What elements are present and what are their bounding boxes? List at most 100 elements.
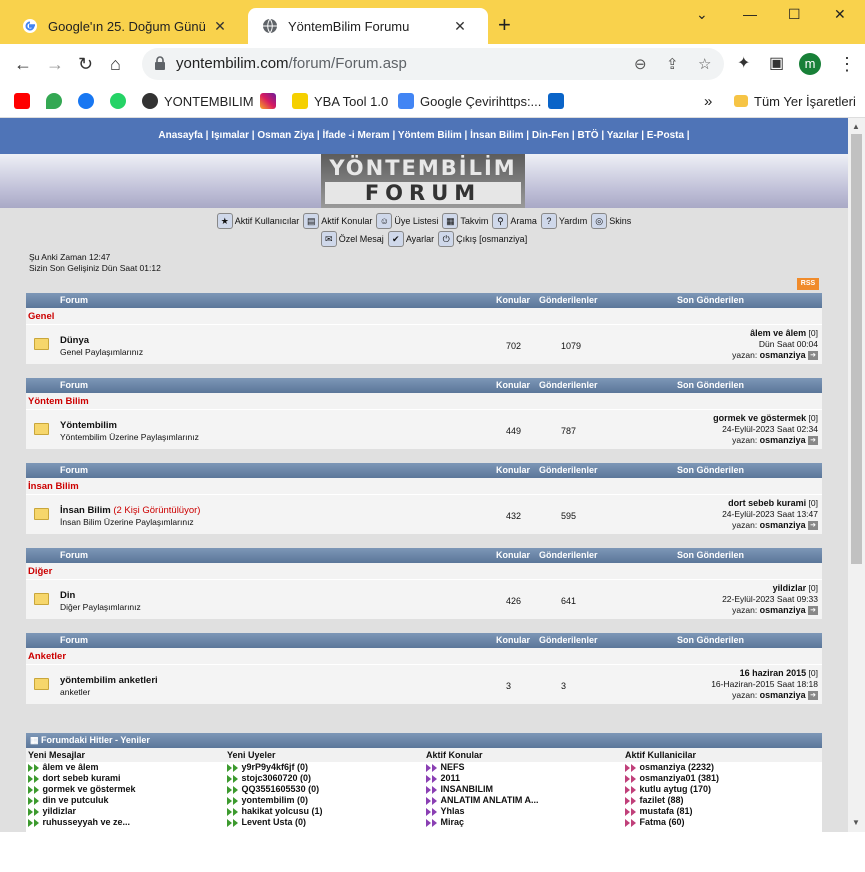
home-icon[interactable]: ⌂ [110, 54, 121, 74]
menu-item[interactable]: ☺ Üye Listesi [376, 212, 438, 230]
rss-button[interactable]: RSS [797, 278, 819, 290]
category-name[interactable]: Diğer [26, 563, 822, 579]
maps-icon[interactable] [46, 92, 68, 110]
last-post-user[interactable]: osmanziya [760, 435, 806, 445]
go-arrow-icon[interactable]: ➜ [808, 691, 818, 701]
list-item[interactable]: osmanziya (2232) [623, 762, 822, 773]
site-logo[interactable]: YÖNTEMBİLİM FORUM [321, 154, 525, 208]
maximize-button[interactable]: ☐ [788, 6, 801, 23]
menu-item[interactable]: ? Yardım [540, 212, 587, 230]
nav-link[interactable]: Din-Fen [532, 130, 569, 141]
list-item[interactable]: Fatma (60) [623, 817, 822, 828]
extensions-icon[interactable]: ✦ [737, 54, 750, 74]
star-icon[interactable]: ☆ [698, 55, 711, 73]
all-bookmarks-folder[interactable]: Tüm Yer İşaretleri [734, 92, 856, 110]
reload-button[interactable]: ↻ [78, 54, 93, 74]
go-arrow-icon[interactable]: ➜ [808, 436, 818, 446]
zoom-icon[interactable]: ⊖ [634, 55, 647, 73]
whatsapp-icon[interactable] [110, 92, 132, 110]
list-item[interactable]: 2011 [424, 773, 623, 784]
last-post-link[interactable]: gormek ve göstermek [713, 413, 806, 423]
close-icon[interactable]: ✕ [212, 18, 228, 35]
scrollbar-thumb[interactable] [851, 134, 862, 564]
forward-button[interactable]: → [46, 54, 64, 74]
back-button[interactable]: ← [14, 54, 32, 74]
list-item[interactable]: Miraç [424, 817, 623, 828]
minimize-button[interactable]: — [743, 6, 757, 22]
nav-link[interactable]: Yazılar [607, 130, 639, 141]
last-post-link[interactable]: âlem ve âlem [750, 328, 806, 338]
list-item[interactable]: QQ3551605530 (0) [225, 784, 424, 795]
menu-item[interactable]: ▤ Aktif Konular [303, 212, 372, 230]
last-post-user[interactable]: osmanziya [760, 690, 806, 700]
bookmark-yba-tool[interactable]: YBA Tool 1.0 [292, 92, 388, 110]
close-icon[interactable]: ✕ [452, 18, 468, 35]
category-name[interactable]: Yöntem Bilim [26, 393, 822, 409]
scroll-down-icon[interactable]: ▼ [852, 818, 860, 827]
last-post-user[interactable]: osmanziya [760, 605, 806, 615]
tab-forum[interactable]: YöntemBilim Forumu ✕ [248, 8, 488, 44]
list-item[interactable]: mustafa (81) [623, 806, 822, 817]
list-item[interactable]: kutlu aytug (170) [623, 784, 822, 795]
nav-link[interactable]: İnsan Bilim [470, 130, 523, 141]
last-post-link[interactable]: yildizlar [773, 583, 807, 593]
new-tab-button[interactable]: + [498, 14, 511, 36]
scrollbar[interactable]: ▲ ▼ [848, 118, 865, 832]
list-item[interactable]: stojc3060720 (0) [225, 773, 424, 784]
last-post-link[interactable]: 16 haziran 2015 [740, 668, 807, 678]
last-post-link[interactable]: dort sebeb kurami [728, 498, 806, 508]
scroll-up-icon[interactable]: ▲ [852, 122, 860, 131]
tab-search-icon[interactable]: ⌄ [696, 6, 708, 23]
list-item[interactable]: yildizlar [26, 806, 225, 817]
nav-link[interactable]: Osman Ziya [257, 130, 314, 141]
list-item[interactable]: Levent Usta (0) [225, 817, 424, 828]
forum-link[interactable]: Din [60, 590, 75, 601]
youtube-icon[interactable] [14, 92, 36, 110]
menu-item[interactable]: ◎ Skins [591, 212, 631, 230]
list-item[interactable]: Yhlas [424, 806, 623, 817]
menu-item[interactable]: ⚲ Arama [492, 212, 537, 230]
list-item[interactable]: fazilet (88) [623, 795, 822, 806]
address-bar[interactable]: yontembilim.com/forum/Forum.asp ⊖ ⇪ ☆ [142, 48, 724, 80]
list-item[interactable]: din ve putculuk [26, 795, 225, 806]
list-item[interactable]: INSANBILIM [424, 784, 623, 795]
forum-link[interactable]: yöntembilim anketleri [60, 675, 158, 686]
category-name[interactable]: Genel [26, 308, 822, 324]
list-item[interactable]: dort sebeb kurami [26, 773, 225, 784]
avatar[interactable]: m [799, 53, 821, 75]
list-item[interactable]: ruhusseyyah ve ze... [26, 817, 225, 828]
bookmark-yontembilim[interactable]: YONTEMBILIM [142, 92, 254, 110]
instagram-icon[interactable] [260, 92, 282, 110]
list-item[interactable]: âlem ve âlem [26, 762, 225, 773]
tab-google[interactable]: Google'ın 25. Doğum Günü - Go ✕ [8, 8, 248, 44]
menu-item[interactable]: ★ Aktif Kullanıcılar [216, 212, 299, 230]
list-item[interactable]: y9rP9y4kf6jf (0) [225, 762, 424, 773]
share-icon[interactable]: ⇪ [666, 55, 679, 73]
outlook-icon[interactable] [548, 92, 570, 110]
nav-link[interactable]: Işımalar [211, 130, 249, 141]
menu-item[interactable]: ⏻ Çıkış [osmanziya] [438, 230, 527, 248]
last-post-user[interactable]: osmanziya [760, 520, 806, 530]
facebook-icon[interactable] [78, 92, 100, 110]
list-item[interactable]: NEFS [424, 762, 623, 773]
nav-link[interactable]: İfade -i Meram [322, 130, 389, 141]
go-arrow-icon[interactable]: ➜ [808, 521, 818, 531]
nav-link[interactable]: E-Posta [647, 130, 684, 141]
more-bookmarks-button[interactable]: » [704, 92, 712, 110]
go-arrow-icon[interactable]: ➜ [808, 351, 818, 361]
last-post-user[interactable]: osmanziya [760, 350, 806, 360]
nav-link[interactable]: Yöntem Bilim [398, 130, 462, 141]
menu-item[interactable]: ✔ Ayarlar [387, 230, 434, 248]
forum-link[interactable]: Yöntembilim [60, 420, 117, 431]
nav-link[interactable]: BTÖ [577, 130, 598, 141]
menu-item[interactable]: ✉ Özel Mesaj [320, 230, 384, 248]
menu-icon[interactable]: ⋮ [838, 54, 856, 74]
list-item[interactable]: hakikat yolcusu (1) [225, 806, 424, 817]
side-panel-icon[interactable]: ▣ [769, 54, 784, 74]
list-item[interactable]: yontembilim (0) [225, 795, 424, 806]
category-name[interactable]: Anketler [26, 648, 822, 664]
menu-item[interactable]: ▦ Takvim [442, 212, 488, 230]
nav-link[interactable]: Anasayfa [158, 130, 202, 141]
list-item[interactable]: gormek ve göstermek [26, 784, 225, 795]
close-window-button[interactable]: ✕ [834, 6, 846, 23]
